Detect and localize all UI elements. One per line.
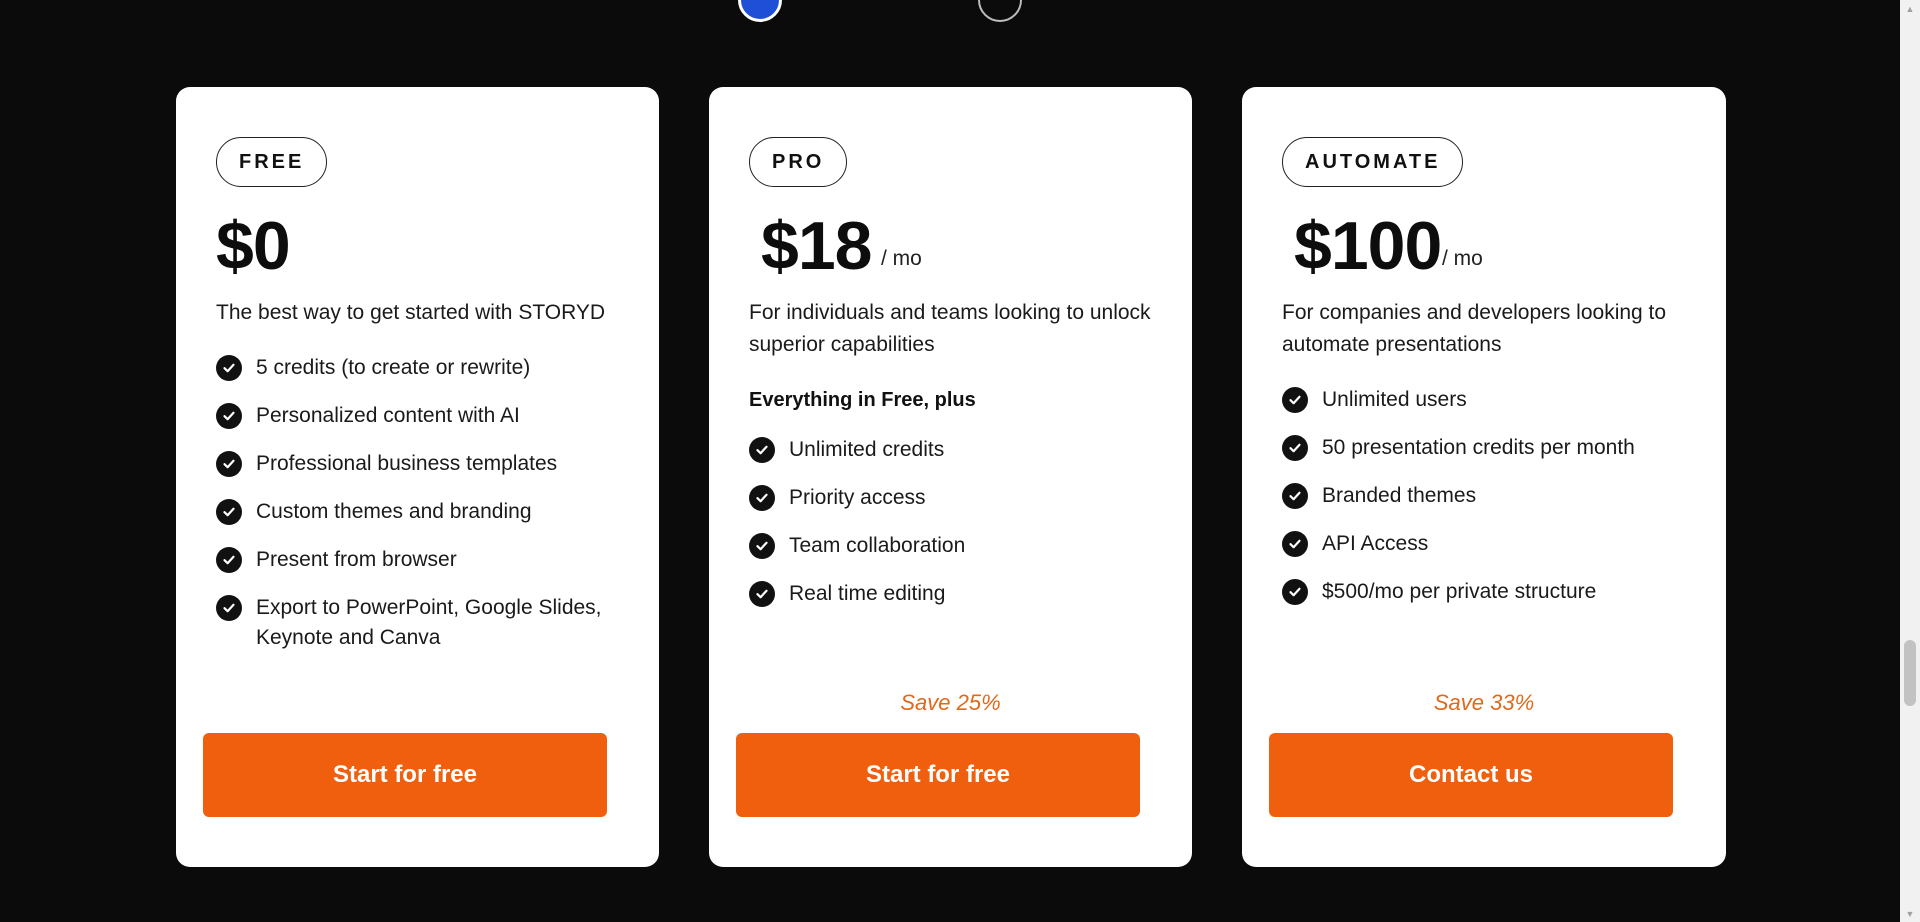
feature-label: 5 credits (to create or rewrite) [256, 356, 531, 379]
check-circle-icon [1282, 387, 1308, 413]
feature-item: Priority access [749, 485, 1159, 513]
feature-item: 5 credits (to create or rewrite) [216, 355, 626, 383]
plan-price: $0 [216, 208, 291, 284]
plan-card-pro: PRO $18 / mo For individuals and teams l… [709, 87, 1192, 867]
check-circle-icon [216, 595, 242, 621]
check-circle-icon [216, 403, 242, 429]
feature-item: Team collaboration [749, 533, 1159, 561]
plan-tier-badge: PRO [749, 137, 848, 187]
feature-item: Custom themes and branding [216, 499, 626, 527]
check-circle-icon [216, 499, 242, 525]
feature-label: 50 presentation credits per month [1322, 436, 1635, 459]
plan-card-automate: AUTOMATE $100 / mo For companies and dev… [1242, 87, 1726, 867]
plan-tier-badge: AUTOMATE [1282, 137, 1464, 187]
check-circle-icon [216, 547, 242, 573]
feature-item: Branded themes [1282, 483, 1692, 511]
check-circle-icon [1282, 531, 1308, 557]
plan-description: For companies and developers looking to … [1282, 301, 1667, 356]
plan-description: The best way to get started with STORYD [216, 301, 606, 324]
feature-label: Priority access [789, 486, 926, 509]
feature-label: API Access [1322, 532, 1429, 555]
scroll-down-arrow[interactable]: ▼ [1900, 905, 1920, 922]
check-circle-icon [1282, 579, 1308, 605]
feature-item: Unlimited users [1282, 387, 1692, 415]
feature-item: Export to PowerPoint, Google Slides, Key… [216, 595, 626, 653]
feature-item: API Access [1282, 531, 1692, 559]
check-circle-icon [216, 451, 242, 477]
feature-list: Unlimited credits Priority access Team c… [749, 437, 1159, 629]
save-badge: Save 25% [900, 690, 1001, 715]
check-circle-icon [216, 355, 242, 381]
check-circle-icon [1282, 435, 1308, 461]
feature-item: Personalized content with AI [216, 403, 626, 431]
feature-item: Professional business templates [216, 451, 626, 479]
plan-features-heading: Everything in Free, plus [749, 389, 976, 411]
plan-price-period: / mo [881, 247, 922, 270]
feature-label: Real time editing [789, 582, 946, 605]
feature-label: Present from browser [256, 548, 457, 571]
billing-toggle [0, 0, 1900, 22]
plan-price-period: / mo [1442, 247, 1483, 270]
check-circle-icon [749, 485, 775, 511]
save-badge: Save 33% [1433, 690, 1535, 715]
plan-price: $100 [1294, 208, 1442, 284]
feature-item: $500/mo per private structure [1282, 579, 1692, 607]
feature-item: Present from browser [216, 547, 626, 575]
contact-us-button[interactable]: Contact us [1269, 733, 1673, 817]
feature-label: Export to PowerPoint, Google Slides, Key… [256, 596, 602, 649]
scrollbar-thumb[interactable] [1904, 640, 1916, 706]
plan-card-free: FREE $0 The best way to get started with… [176, 87, 659, 867]
feature-label: Personalized content with AI [256, 404, 520, 427]
feature-label: Unlimited credits [789, 438, 945, 461]
feature-label: Unlimited users [1322, 388, 1467, 411]
feature-label: Branded themes [1322, 484, 1477, 507]
start-for-free-button[interactable]: Start for free [736, 733, 1140, 817]
check-circle-icon [749, 533, 775, 559]
feature-label: Team collaboration [789, 534, 966, 557]
billing-option-radio-selected[interactable] [738, 0, 782, 22]
feature-label: Professional business templates [256, 452, 558, 475]
check-circle-icon [749, 581, 775, 607]
check-circle-icon [749, 437, 775, 463]
feature-label: $500/mo per private structure [1322, 580, 1597, 603]
start-for-free-button[interactable]: Start for free [203, 733, 607, 817]
plan-price: $18 [761, 208, 872, 284]
feature-list: 5 credits (to create or rewrite) Persona… [216, 355, 626, 673]
page-scrollbar[interactable]: ▲ ▼ [1900, 0, 1920, 922]
plan-tier-badge: FREE [216, 137, 328, 187]
feature-item: Real time editing [749, 581, 1159, 609]
feature-item: 50 presentation credits per month [1282, 435, 1692, 463]
feature-item: Unlimited credits [749, 437, 1159, 465]
feature-label: Custom themes and branding [256, 500, 532, 523]
plan-description: For individuals and teams looking to unl… [749, 301, 1151, 356]
billing-option-radio[interactable] [978, 0, 1022, 22]
scroll-up-arrow[interactable]: ▲ [1900, 0, 1920, 17]
check-circle-icon [1282, 483, 1308, 509]
feature-list: Unlimited users 50 presentation credits … [1282, 387, 1692, 627]
